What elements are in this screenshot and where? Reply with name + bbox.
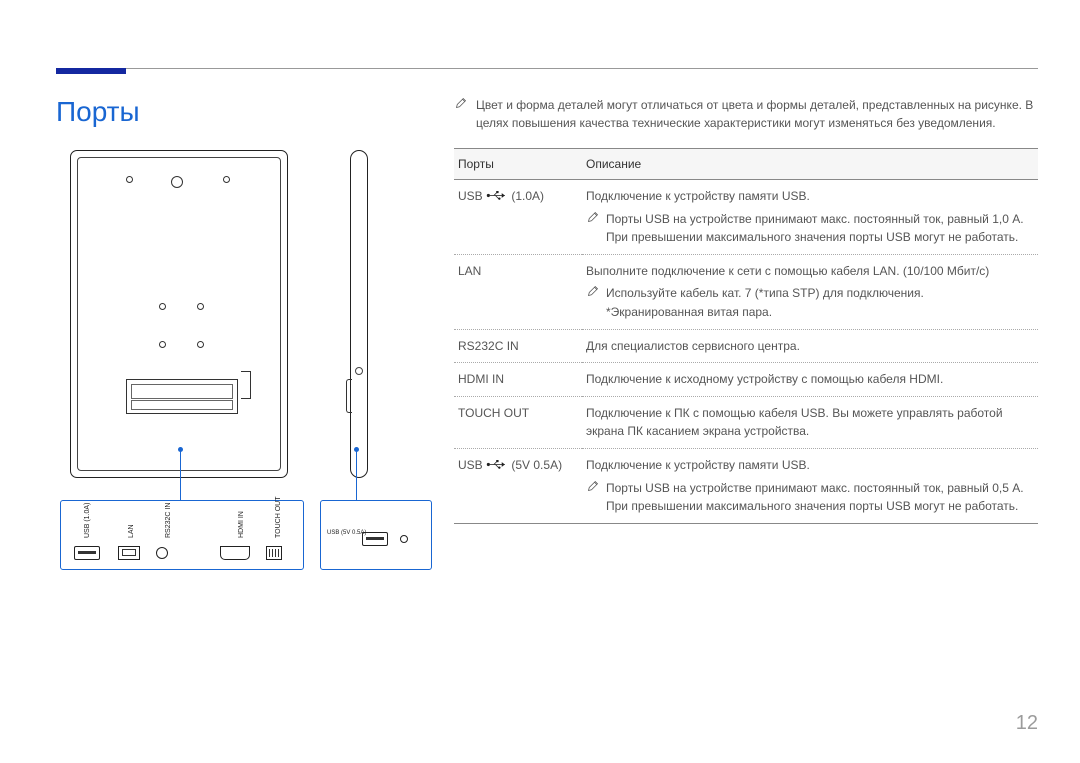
port-suffix: (1.0A)	[511, 189, 544, 203]
aux-dot-icon	[400, 535, 408, 543]
port-desc: Подключение к устройству памяти USB.	[586, 187, 1034, 206]
hdmi-port-icon	[220, 546, 250, 560]
port-label-hdmi: HDMI IN	[238, 511, 245, 538]
port-desc-cell: Выполните подключение к сети с помощью к…	[582, 254, 1038, 329]
table-row: USB (1.0A)Подключение к устройству памят…	[454, 180, 1038, 255]
port-label-lan: LAN	[128, 524, 135, 538]
port-note: Используйте кабель кат. 7 (*типа STP) дл…	[606, 284, 1034, 321]
port-note: Порты USB на устройстве принимают макс. …	[606, 479, 1034, 516]
port-label-usb: USB (1.0A)	[84, 503, 91, 538]
port-suffix: (5V 0.5A)	[511, 458, 562, 472]
port-name: USB	[458, 458, 483, 472]
th-ports: Порты	[454, 149, 582, 180]
pencil-icon	[586, 479, 600, 493]
port-desc: Подключение к исходному устройству с пом…	[586, 370, 1034, 389]
port-name: TOUCH OUT	[458, 406, 529, 420]
page-title: Порты	[56, 96, 140, 128]
pencil-icon	[586, 210, 600, 224]
table-row: TOUCH OUT Подключение к ПК с помощью кабе…	[454, 396, 1038, 448]
rs232c-port-icon	[156, 547, 168, 559]
port-name: LAN	[458, 264, 481, 278]
leader-line	[356, 450, 357, 500]
th-desc: Описание	[582, 149, 1038, 180]
port-desc: Подключение к устройству памяти USB.	[586, 456, 1034, 475]
port-name-cell: USB (1.0A)	[454, 180, 582, 255]
top-note-text: Цвет и форма деталей могут отличаться от…	[476, 96, 1038, 132]
usb-port-icon	[74, 546, 100, 560]
table-row: LAN Выполните подключение к сети с помощь…	[454, 254, 1038, 329]
port-name-cell: HDMI IN	[454, 363, 582, 397]
lan-port-icon	[118, 546, 140, 560]
port-note: Порты USB на устройстве принимают макс. …	[606, 210, 1034, 247]
touch-port-icon	[266, 546, 282, 560]
port-name-cell: TOUCH OUT	[454, 396, 582, 448]
page-number: 12	[1016, 712, 1038, 735]
table-row: HDMI IN Подключение к исходному устройств…	[454, 363, 1038, 397]
table-row: USB (5V 0.5A)Подключение к устройству па…	[454, 448, 1038, 523]
pencil-icon	[454, 96, 468, 110]
ports-table: Порты Описание USB (1.0A)Подключение к у…	[454, 148, 1038, 524]
port-name-cell: RS232C IN	[454, 329, 582, 363]
usb-trident-icon	[486, 190, 508, 203]
port-desc-cell: Подключение к устройству памяти USB. Порт…	[582, 180, 1038, 255]
port-name-cell: LAN	[454, 254, 582, 329]
port-desc-cell: Подключение к устройству памяти USB. Порт…	[582, 448, 1038, 523]
top-note: Цвет и форма деталей могут отличаться от…	[454, 96, 1038, 132]
pencil-icon	[586, 284, 600, 298]
usb-trident-icon	[486, 459, 508, 472]
port-label-usb2: USB (5V 0.5A)	[327, 530, 357, 536]
usb-port-icon	[362, 532, 388, 546]
content-column: Цвет и форма деталей могут отличаться от…	[454, 96, 1038, 524]
header-tab	[56, 68, 126, 74]
port-desc-cell: Для специалистов сервисного центра.	[582, 329, 1038, 363]
device-back-illustration	[70, 150, 288, 478]
port-name: RS232C IN	[458, 339, 519, 353]
port-name-cell: USB (5V 0.5A)	[454, 448, 582, 523]
port-desc-cell: Подключение к ПК с помощью кабеля USB. В…	[582, 396, 1038, 448]
port-name: HDMI IN	[458, 372, 504, 386]
header-rule	[56, 68, 1038, 69]
port-desc: Для специалистов сервисного центра.	[586, 337, 1034, 356]
port-desc: Подключение к ПК с помощью кабеля USB. В…	[586, 404, 1034, 441]
port-label-rs232c: RS232C IN	[165, 503, 172, 538]
port-desc-cell: Подключение к исходному устройству с пом…	[582, 363, 1038, 397]
port-desc: Выполните подключение к сети с помощью к…	[586, 262, 1034, 281]
device-side-illustration	[350, 150, 368, 478]
port-name: USB	[458, 189, 483, 203]
leader-line	[180, 450, 181, 500]
port-label-touch: TOUCH OUT	[275, 497, 282, 538]
table-row: RS232C IN Для специалистов сервисного цен…	[454, 329, 1038, 363]
